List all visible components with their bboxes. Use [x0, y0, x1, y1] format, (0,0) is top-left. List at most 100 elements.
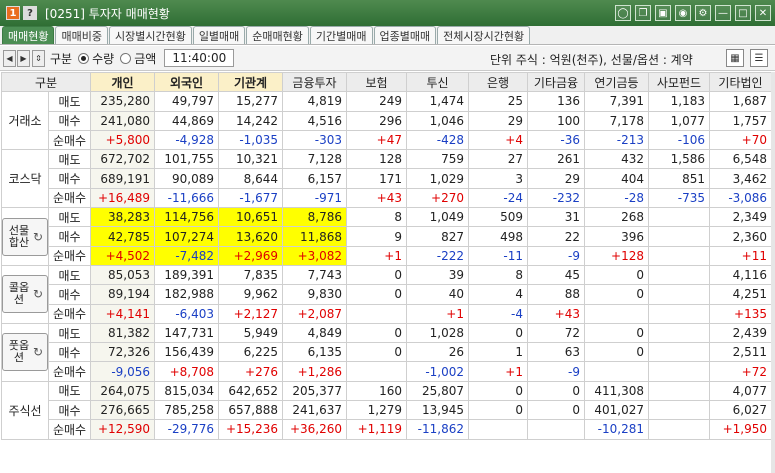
cell-value: 7,391 — [584, 91, 649, 112]
col-header-foreign[interactable]: 외국인 — [154, 71, 219, 93]
group-button-call-option[interactable]: 콜옵션 ↻ — [2, 275, 48, 314]
group-put-option[interactable]: 풋옵션 ↻ — [1, 322, 49, 382]
cell-value: +43 — [527, 303, 585, 324]
window-number-badge[interactable]: 1 — [6, 6, 20, 20]
table-row[interactable]: 매수 72,326 156,439 6,225 6,135 0 26 1 63 0 2,511 — [2, 342, 772, 363]
cell-value: 4,516 — [282, 110, 347, 131]
table-row[interactable]: 순매수 +4,502 -7,482 +2,969 +3,082 +1 -222 -11 -9 +1… — [2, 245, 772, 266]
radio-quantity-dot[interactable] — [78, 52, 90, 64]
group-button-futures-total[interactable]: 선물합산 ↻ — [2, 217, 48, 256]
col-header-bank[interactable]: 은행 — [468, 71, 528, 93]
row-label-sell: 매도 — [48, 91, 91, 112]
group-futures-total[interactable]: 선물합산 ↻ — [1, 207, 49, 266]
camera-icon[interactable]: ◉ — [675, 5, 691, 21]
cell-value: -11,666 — [154, 187, 219, 209]
lock-icon[interactable]: ◯ — [615, 5, 631, 21]
table-row[interactable]: 콜옵션 ↻ 매도 85,053 189,391 7,835 7,743 0 39 8 45 0 4,11… — [1, 264, 772, 324]
radio-amount[interactable]: 금액 — [120, 50, 156, 67]
scrollbar[interactable] — [771, 72, 775, 473]
table-row[interactable]: 선물합산 ↻ 매도 38,283 114,756 10,651 8,786 8 1,049 509… — [1, 207, 772, 266]
cell-value: 0 — [346, 342, 407, 363]
tab-all-market-time[interactable]: 전체시장시간현황 — [437, 26, 531, 44]
tab-daily-trading[interactable]: 일별매매 — [192, 26, 246, 44]
cell-value: +15,236 — [218, 419, 283, 440]
cell-value: 5,949 — [218, 322, 283, 344]
time-input[interactable]: 11:40:00 — [164, 49, 235, 67]
save-icon[interactable]: ▣ — [655, 5, 671, 21]
cell-value: 63 — [527, 342, 585, 363]
cell-value: 657,888 — [218, 400, 283, 421]
tab-period-trading[interactable]: 기간별매매 — [309, 26, 373, 44]
copy-icon[interactable]: ❐ — [635, 5, 651, 21]
col-header-trust[interactable]: 투신 — [406, 71, 469, 93]
col-header-fin-invest[interactable]: 금융투자 — [282, 71, 347, 93]
cell-value: +270 — [406, 187, 469, 209]
table-row[interactable]: 거래소 매도 235,280 49,797 15,277 4,819 249 1,474 25 1… — [1, 91, 772, 151]
minimize-icon[interactable]: — — [715, 5, 731, 21]
cell-value: 9,962 — [218, 284, 283, 305]
col-header-pension[interactable]: 연기금등 — [584, 71, 649, 93]
cell-value: +4 — [468, 129, 528, 151]
cell-value: 7,743 — [282, 264, 347, 286]
maximize-icon[interactable]: □ — [735, 5, 751, 21]
table-row[interactable]: 순매수 +5,800 -4,928 -1,035 -303 +47 -428 +4 -36 -21… — [2, 129, 772, 151]
gear-icon[interactable]: ⚙ — [695, 5, 711, 21]
radio-quantity[interactable]: 수량 — [78, 50, 114, 67]
col-header-other-fin[interactable]: 기타금융 — [527, 71, 585, 93]
table-row[interactable]: 코스닥 매도 672,702 101,755 10,321 7,128 128 759 27 26… — [1, 149, 772, 209]
table-row[interactable]: 매수 276,665 785,258 657,888 241,637 1,279 13,94… — [2, 400, 772, 421]
list-view-icon[interactable]: ☰ — [750, 49, 768, 67]
radio-amount-dot[interactable] — [120, 52, 132, 64]
row-label-buy: 매수 — [48, 400, 91, 421]
table-row[interactable]: 주식선 매도 264,075 815,034 642,652 205,377 160 25,8… — [1, 380, 772, 440]
table-row[interactable]: 순매수 +12,590 -29,776 +15,236 +36,260 +1,119 -11… — [2, 419, 772, 440]
cell-value: 401,027 — [584, 400, 649, 421]
tab-market-time-status[interactable]: 시장별시간현황 — [108, 26, 192, 44]
close-icon[interactable]: ✕ — [755, 5, 771, 21]
refresh-icon[interactable]: ↻ — [33, 288, 43, 300]
cell-value: 27 — [468, 149, 528, 170]
cell-value: 6,548 — [709, 149, 772, 170]
cell-value: +43 — [346, 187, 407, 209]
table-row[interactable]: 순매수 -9,056 +8,708 +276 +1,286 -1,002 +1 -9 +72 — [2, 361, 772, 382]
tab-trading-ratio[interactable]: 매매비중 — [55, 26, 108, 44]
table-row[interactable]: 순매수 +4,141 -6,403 +2,127 +2,087 +1 -4 +43 +135 — [2, 303, 772, 324]
table-row[interactable]: 매수 241,080 44,869 14,242 4,516 296 1,046 29 100 7… — [2, 110, 772, 131]
cell-value: 0 — [584, 264, 649, 286]
table-row[interactable]: 순매수 +16,489 -11,666 -1,677 -971 +43 +270 -24 -23… — [2, 187, 772, 209]
tab-trading-status[interactable]: 매매현황 — [2, 26, 55, 44]
up-down-spinner-icon[interactable]: ⇕ — [32, 49, 45, 67]
refresh-icon[interactable]: ↻ — [33, 346, 43, 358]
cell-value: +1,286 — [282, 361, 347, 382]
cell-value: 13,945 — [406, 400, 469, 421]
tab-net-trading[interactable]: 순매매현황 — [246, 26, 309, 44]
grid-view-icon[interactable]: ▦ — [726, 49, 744, 67]
prev-arrow-icon[interactable]: ◀ — [3, 49, 16, 67]
cell-value: -971 — [282, 187, 347, 209]
refresh-icon[interactable]: ↻ — [33, 231, 43, 243]
cell-value: 0 — [346, 284, 407, 305]
help-icon[interactable]: ? — [23, 6, 37, 20]
col-header-institution[interactable]: 기관계 — [218, 71, 283, 93]
cell-value — [527, 419, 585, 440]
table-row[interactable]: 매수 42,785 107,274 13,620 11,868 9 827 498 22 396 2… — [2, 226, 772, 247]
cell-value: 1,029 — [406, 168, 469, 189]
cell-value: 2,439 — [709, 322, 772, 344]
cell-value: 509 — [468, 207, 528, 228]
table-row[interactable]: 매수 689,191 90,089 8,644 6,157 171 1,029 3 29 404 8… — [2, 168, 772, 189]
col-header-other-corp[interactable]: 기타법인 — [709, 71, 772, 93]
next-arrow-icon[interactable]: ▶ — [17, 49, 30, 67]
cell-value: 241,080 — [90, 110, 155, 131]
col-header-individual[interactable]: 개인 — [90, 71, 155, 93]
table-row[interactable]: 매수 89,194 182,988 9,962 9,830 0 40 4 88 0 4,251 — [2, 284, 772, 305]
cell-value: 72 — [527, 322, 585, 344]
col-header-insurance[interactable]: 보험 — [346, 71, 407, 93]
table-row[interactable]: 풋옵션 ↻ 매도 81,382 147,731 5,949 4,849 0 1,028 0 72 0 2… — [1, 322, 772, 382]
cell-value: 815,034 — [154, 380, 219, 402]
tab-sector-trading[interactable]: 업종별매매 — [373, 26, 437, 44]
col-header-pef[interactable]: 사모펀드 — [648, 71, 710, 93]
group-call-option[interactable]: 콜옵션 ↻ — [1, 264, 49, 324]
cell-value: +11 — [709, 245, 772, 266]
cell-value: 1,077 — [648, 110, 710, 131]
group-button-put-option[interactable]: 풋옵션 ↻ — [2, 333, 48, 372]
